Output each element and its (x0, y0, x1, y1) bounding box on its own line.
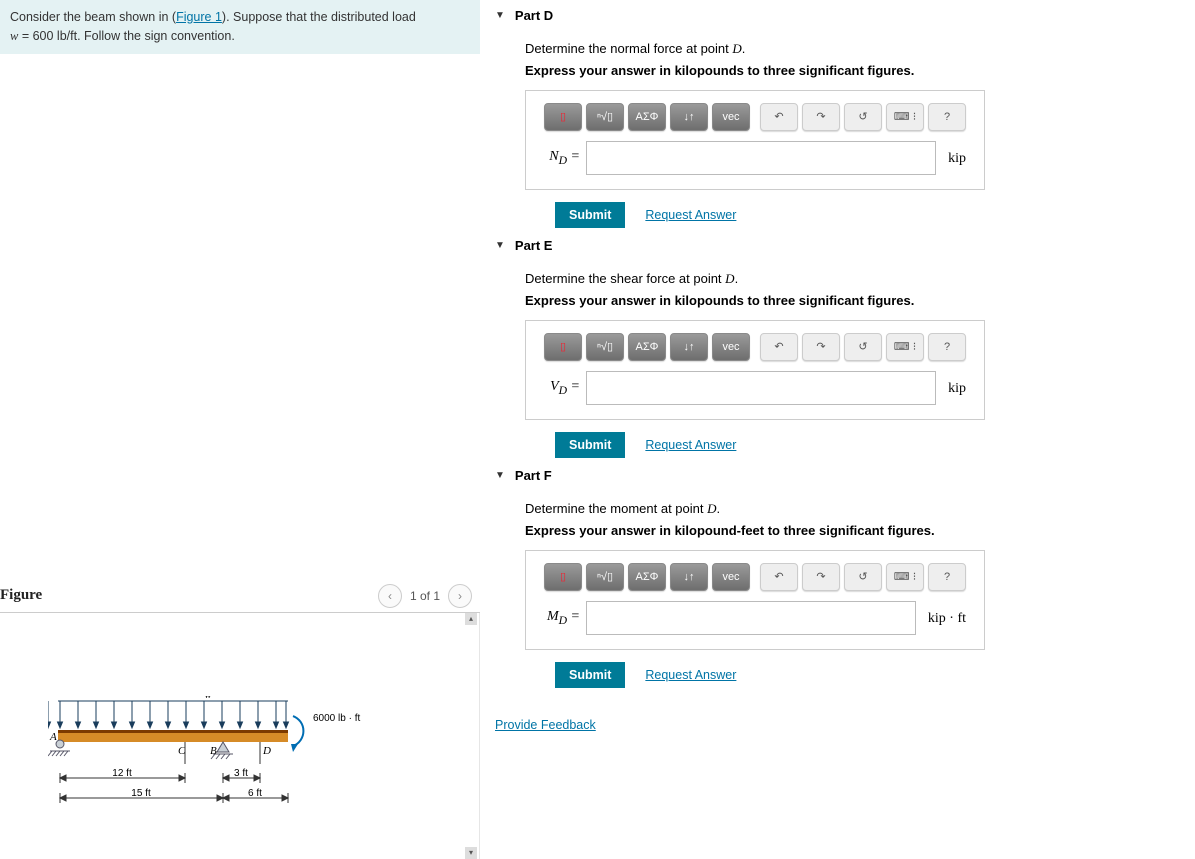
label-3ft: 3 ft (234, 768, 248, 779)
reset-button[interactable]: ↺ (844, 563, 882, 591)
reset-button[interactable]: ↺ (844, 103, 882, 131)
scroll-up-button[interactable]: ▴ (465, 613, 477, 625)
greek-button[interactable]: ΑΣΦ (628, 103, 666, 131)
problem-suffix: ). Suppose that the distributed load (222, 10, 416, 24)
part-E-section: ▼ Part E Determine the shear force at po… (495, 236, 1195, 458)
redo-button[interactable]: ↷ (802, 333, 840, 361)
part-F-unit: kip · ft (928, 608, 966, 629)
part-E-submit-button[interactable]: Submit (555, 432, 625, 458)
sqrt-button[interactable]: ⁿ√▯ (586, 563, 624, 591)
sqrt-button[interactable]: ⁿ√▯ (586, 333, 624, 361)
keyboard-button[interactable]: ⌨ ⁝ (886, 563, 924, 591)
part-F-header[interactable]: ▼ Part F (495, 466, 1195, 487)
part-F-submit-button[interactable]: Submit (555, 662, 625, 688)
undo-button[interactable]: ↶ (760, 563, 798, 591)
part-E-hint: Express your answer in kilopounds to thr… (525, 291, 1195, 311)
part-E-prompt: Determine the shear force at point D. (525, 269, 1195, 289)
part-D-header[interactable]: ▼ Part D (495, 6, 1195, 27)
template-button[interactable]: ▯ (544, 563, 582, 591)
scroll-down-button[interactable]: ▾ (465, 847, 477, 859)
part-F-answer-card: ▯ ⁿ√▯ ΑΣΦ ↓↑ vec ↶ ↷ ↺ ⌨ ⁝ ? MD = (525, 550, 985, 650)
part-D-unit: kip (948, 148, 966, 169)
part-F-request-link[interactable]: Request Answer (645, 666, 736, 685)
label-D: D (262, 745, 271, 757)
part-F-var-label: MD = (544, 606, 580, 629)
label-B: B (210, 745, 217, 757)
arrows-button[interactable]: ↓↑ (670, 563, 708, 591)
undo-button[interactable]: ↶ (760, 103, 798, 131)
caret-icon: ▼ (495, 470, 505, 481)
label-15ft: 15 ft (131, 788, 151, 799)
figure-title: Figure (0, 587, 42, 604)
help-button[interactable]: ? (928, 563, 966, 591)
problem-prefix: Consider the beam shown in ( (10, 10, 176, 24)
part-D-request-link[interactable]: Request Answer (645, 206, 736, 225)
part-D-hint: Express your answer in kilopounds to thr… (525, 61, 1195, 81)
part-E-title: Part E (515, 238, 553, 253)
keyboard-button[interactable]: ⌨ ⁝ (886, 103, 924, 131)
undo-button[interactable]: ↶ (760, 333, 798, 361)
label-6ft: 6 ft (248, 788, 262, 799)
part-E-var-label: VD = (544, 376, 580, 399)
figure-count: 1 of 1 (410, 589, 440, 603)
vec-button[interactable]: vec (712, 103, 750, 131)
part-E-header[interactable]: ▼ Part E (495, 236, 1195, 257)
part-F-section: ▼ Part F Determine the moment at point D… (495, 466, 1195, 688)
label-moment: 6000 lb · ft (313, 713, 360, 724)
vec-button[interactable]: vec (712, 333, 750, 361)
part-D-submit-button[interactable]: Submit (555, 202, 625, 228)
load-value: = 600 lb/ft. Follow the sign convention. (18, 29, 234, 43)
arrows-button[interactable]: ↓↑ (670, 333, 708, 361)
greek-button[interactable]: ΑΣΦ (628, 333, 666, 361)
label-A: A (49, 731, 57, 743)
figure-prev-button[interactable]: ‹ (378, 584, 402, 608)
figure-link[interactable]: Figure 1 (176, 10, 222, 24)
reset-button[interactable]: ↺ (844, 333, 882, 361)
beam-figure: w 6000 lb · ft (48, 696, 388, 836)
caret-icon: ▼ (495, 10, 505, 21)
help-button[interactable]: ? (928, 333, 966, 361)
label-12ft: 12 ft (112, 768, 132, 779)
part-D-title: Part D (515, 8, 553, 23)
part-F-title: Part F (515, 468, 552, 483)
problem-statement: Consider the beam shown in (Figure 1). S… (0, 0, 480, 54)
part-E-answer-card: ▯ ⁿ√▯ ΑΣΦ ↓↑ vec ↶ ↷ ↺ ⌨ ⁝ ? VD = (525, 320, 985, 420)
provide-feedback-link[interactable]: Provide Feedback (495, 718, 596, 732)
vec-button[interactable]: vec (712, 563, 750, 591)
figure-panel: Figure ‹ 1 of 1 › ▴ ▾ (0, 584, 480, 859)
figure-next-button[interactable]: › (448, 584, 472, 608)
redo-button[interactable]: ↷ (802, 103, 840, 131)
part-D-input[interactable] (586, 141, 936, 175)
arrows-button[interactable]: ↓↑ (670, 103, 708, 131)
part-E-input[interactable] (586, 371, 936, 405)
keyboard-button[interactable]: ⌨ ⁝ (886, 333, 924, 361)
redo-button[interactable]: ↷ (802, 563, 840, 591)
part-D-section: ▼ Part D Determine the normal force at p… (495, 6, 1195, 228)
caret-icon: ▼ (495, 240, 505, 251)
part-F-prompt: Determine the moment at point D. (525, 499, 1195, 519)
part-E-request-link[interactable]: Request Answer (645, 436, 736, 455)
template-button[interactable]: ▯ (544, 333, 582, 361)
sqrt-button[interactable]: ⁿ√▯ (586, 103, 624, 131)
template-button[interactable]: ▯ (544, 103, 582, 131)
part-F-input[interactable] (586, 601, 916, 635)
part-F-hint: Express your answer in kilopound-feet to… (525, 521, 1195, 541)
help-button[interactable]: ? (928, 103, 966, 131)
part-D-prompt: Determine the normal force at point D. (525, 39, 1195, 59)
greek-button[interactable]: ΑΣΦ (628, 563, 666, 591)
part-D-var-label: ND = (544, 146, 580, 169)
part-E-unit: kip (948, 378, 966, 399)
label-w: w (204, 696, 212, 701)
part-D-answer-card: ▯ ⁿ√▯ ΑΣΦ ↓↑ vec ↶ ↷ ↺ ⌨ ⁝ ? ND = (525, 90, 985, 190)
